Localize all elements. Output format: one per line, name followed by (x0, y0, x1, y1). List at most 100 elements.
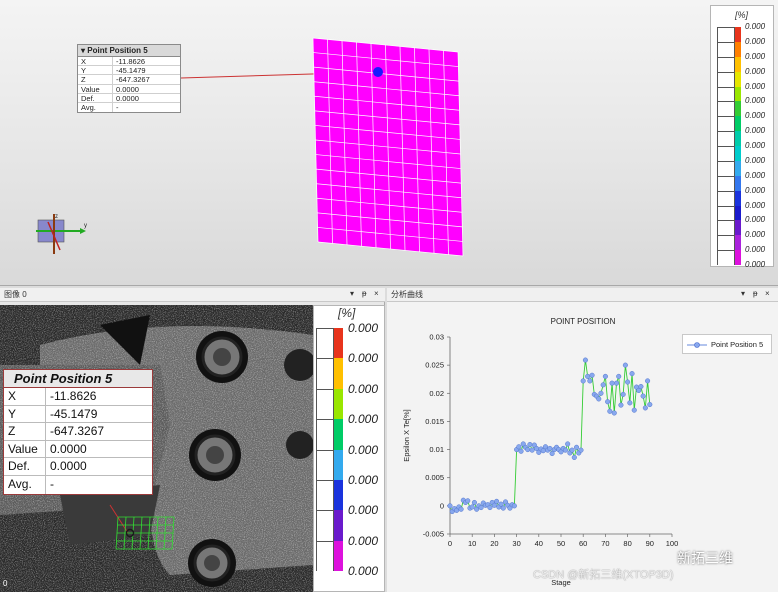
colorbar-tick-label: 0.000 (348, 412, 379, 427)
colorbar-gradient-cell (735, 175, 741, 191)
colorbar-gradient-cell (334, 540, 343, 571)
data-point[interactable] (642, 405, 648, 411)
csdn-watermark: CSDN @新拓三维(XTOP3D) (533, 569, 674, 581)
info-value: -647.3267 (116, 75, 150, 85)
data-point[interactable] (620, 391, 626, 397)
strain-mesh[interactable] (312, 37, 464, 257)
colorbar-swatch (717, 146, 735, 161)
selected-point-marker[interactable] (373, 67, 383, 77)
data-point[interactable] (631, 407, 637, 413)
data-point[interactable] (547, 445, 553, 451)
data-point[interactable] (529, 447, 535, 453)
point-info-table[interactable]: ▾ Point Position 5 X -11.8626 Y -45.1479 Z… (77, 44, 181, 114)
colorbar-swatch (717, 131, 735, 146)
colorbar-unit: [%] (735, 10, 749, 20)
info-label: X (4, 388, 46, 405)
colorbar-tick-label: 0.000 (348, 351, 379, 366)
data-point[interactable] (602, 373, 608, 379)
data-point[interactable] (516, 444, 522, 450)
data-point[interactable] (589, 372, 595, 378)
data-point[interactable] (600, 382, 606, 388)
colorbar-swatch (316, 510, 334, 541)
data-point[interactable] (607, 408, 613, 414)
3d-viewport[interactable]: ▾ Point Position 5 X -11.8626 Y -45.1479 Z… (0, 0, 778, 286)
data-point[interactable] (562, 447, 568, 453)
data-point[interactable] (609, 380, 615, 386)
legend-colorbar[interactable]: [%] 0.000 0.000 0.000 0.000 0.000 0.000 0.000 0… (710, 5, 774, 269)
data-point[interactable] (587, 378, 593, 384)
data-point[interactable] (527, 441, 533, 448)
data-point[interactable] (511, 503, 517, 509)
colorbar-tick-label: 0.000 (348, 442, 379, 457)
image-pane: 图像 0 ▾ ᵽ × Point Position 5 X -11.8626 Y-… (0, 288, 385, 592)
data-point[interactable] (487, 504, 493, 511)
image-point-info-table[interactable]: Point Position 5 X -11.8626 Y -45.1479 Z -6… (3, 369, 153, 495)
data-point[interactable] (494, 498, 500, 504)
data-point[interactable] (645, 378, 651, 384)
legend-label: Point Position 5 (711, 340, 764, 349)
data-point[interactable] (500, 505, 506, 511)
data-point[interactable] (471, 499, 477, 506)
data-point[interactable] (578, 447, 584, 453)
pane-dropdown-button[interactable]: ▾ (741, 289, 745, 299)
info-value: -45.1479 (50, 406, 98, 421)
info-label: Avg. (4, 475, 46, 494)
axis-orientation-gizmo[interactable]: z y (32, 210, 92, 258)
data-point[interactable] (611, 410, 617, 416)
info-value: 0.0000 (50, 459, 87, 474)
y-tick-label: 0.03 (429, 333, 444, 342)
colorbar-swatch (717, 190, 735, 206)
pane-dropdown-button[interactable]: ▾ (350, 289, 354, 299)
data-point[interactable] (580, 378, 586, 384)
data-point[interactable] (582, 357, 588, 363)
data-point[interactable] (447, 503, 453, 509)
data-point[interactable] (629, 371, 635, 377)
info-row-def: Def. 0.0000 (78, 93, 180, 103)
data-point[interactable] (613, 380, 620, 386)
image-colorbar[interactable]: [%] 0.000 0.000 0.000 0.000 0.000 0.000 0.000 0… (313, 305, 385, 592)
colorbar-swatch (717, 101, 735, 117)
colorbar-swatch (717, 41, 735, 57)
data-point[interactable] (596, 396, 602, 402)
chart-legend[interactable]: Point Position 5 (682, 334, 772, 354)
data-point[interactable] (518, 448, 524, 454)
data-point[interactable] (622, 362, 628, 368)
data-point[interactable] (625, 379, 631, 385)
data-point[interactable] (478, 504, 484, 511)
data-point[interactable] (469, 504, 475, 510)
info-label: Z (4, 423, 46, 440)
info-row-z: Z -647.3267 (78, 75, 180, 85)
data-point[interactable] (638, 383, 644, 390)
pane-pin-button[interactable]: ᵽ (753, 289, 757, 299)
data-point[interactable] (565, 441, 571, 447)
colorbar-tick-label: 0.000 (745, 230, 766, 240)
data-point[interactable] (465, 498, 471, 504)
colorbar-gradient-cell (735, 205, 741, 221)
colorbar-tick-label: 0.000 (745, 200, 766, 210)
data-point[interactable] (598, 390, 604, 396)
data-point[interactable] (618, 402, 624, 408)
data-point[interactable] (458, 506, 464, 512)
pane-close-button[interactable]: × (374, 289, 379, 299)
info-row-value: Value 0.0000 (78, 84, 180, 94)
data-point[interactable] (525, 447, 531, 453)
data-point[interactable] (605, 399, 611, 405)
info-label: Def. (4, 458, 46, 475)
colorbar-gradient-cell (735, 116, 741, 132)
data-point[interactable] (573, 444, 580, 450)
colorbar-swatch (717, 160, 735, 176)
pane-close-button[interactable]: × (765, 289, 770, 299)
data-point[interactable] (569, 447, 575, 453)
data-point[interactable] (571, 454, 577, 461)
analysis-pane-header: 分析曲线 ▾ ᵽ × (387, 288, 778, 302)
pane-pin-button[interactable]: ᵽ (362, 289, 366, 299)
data-point[interactable] (627, 400, 633, 406)
colorbar-swatch (717, 175, 735, 191)
colorbar-swatch (316, 358, 334, 389)
colorbar-tick-label: 0.000 (745, 96, 766, 106)
data-point[interactable] (647, 401, 653, 408)
colorbar-swatch (717, 250, 735, 265)
data-point[interactable] (640, 393, 646, 399)
data-point[interactable] (585, 373, 591, 379)
data-point[interactable] (616, 373, 622, 379)
